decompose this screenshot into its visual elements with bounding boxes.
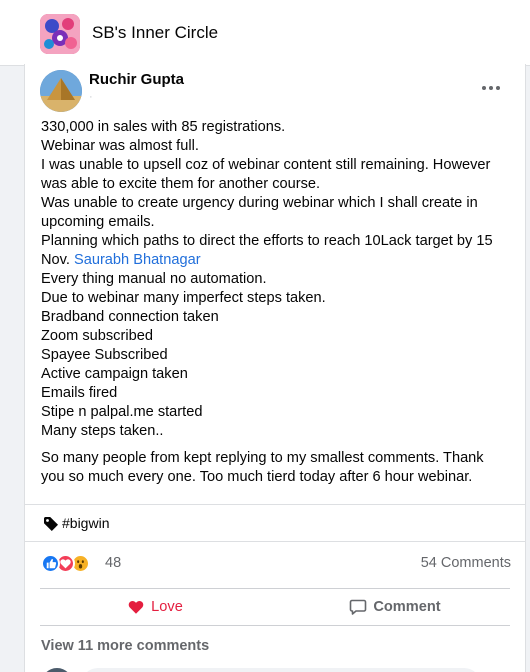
post-paragraph-1: 330,000 in sales with 85 registrations. W… — [41, 118, 517, 251]
love-button-label: Love — [151, 599, 183, 615]
post-line: Spayee Subscribed — [41, 347, 168, 363]
hashtag-bar: #bigwin — [25, 504, 525, 542]
reaction-icons[interactable] — [41, 553, 101, 575]
post-line: I was unable to upsell coz of webinar co… — [41, 157, 491, 173]
heart-icon — [128, 601, 144, 614]
post-line: Due to webinar many imperfect steps take… — [41, 290, 326, 306]
post-text: 330,000 in sales with 85 registrations. W… — [41, 118, 517, 487]
reaction-count[interactable]: 48 — [105, 555, 121, 571]
comment-button-label: Comment — [373, 599, 441, 615]
post-card: Ruchir Gupta · 330,000 in sales with 85 … — [24, 64, 526, 672]
post-line: Bradband connection taken — [41, 309, 219, 325]
post-line: Stipe n palpal.me started — [41, 404, 203, 420]
commenter-avatar — [41, 668, 73, 672]
comment-button[interactable]: Comment — [280, 589, 510, 625]
post-line: you so much every one. Too much tierd to… — [41, 469, 473, 485]
like-reaction-icon — [41, 554, 60, 573]
post-line: Webinar was almost full. — [41, 138, 199, 154]
author-avatar[interactable] — [40, 70, 82, 112]
tag-icon — [44, 517, 58, 531]
post-line: Was unable to create urgency during webi… — [41, 195, 478, 211]
group-logo[interactable] — [40, 14, 80, 54]
mention-link[interactable]: Saurabh Bhatnagar — [74, 252, 201, 268]
post-author[interactable]: Ruchir Gupta — [89, 71, 184, 88]
mention-prefix: Nov. — [41, 252, 74, 268]
post-line: Active campaign taken — [41, 366, 188, 382]
post-actions: Love Comment — [40, 588, 510, 626]
post-meta: · — [89, 91, 93, 103]
post-line: Every thing manual no automation. — [41, 271, 267, 287]
post-line: 330,000 in sales with 85 registrations. — [41, 119, 286, 135]
hashtag-link[interactable]: #bigwin — [62, 515, 109, 531]
post-line: Emails fired — [41, 385, 118, 401]
post-line: upcoming emails. — [41, 214, 155, 230]
comments-count-link[interactable]: 54 Comments — [421, 555, 511, 571]
post-line: Nov. Saurabh Bhatnagar — [41, 251, 517, 270]
comment-input[interactable] — [81, 668, 481, 672]
post-line: So many people from kept replying to my … — [41, 450, 484, 466]
reactions-summary: 48 54 Comments — [41, 553, 511, 575]
comment-icon — [350, 599, 367, 615]
view-more-comments-link[interactable]: View 11 more comments — [41, 638, 209, 654]
group-header: SB's Inner Circle — [0, 0, 530, 66]
post-line: Many steps taken.. — [41, 423, 164, 439]
group-name[interactable]: SB's Inner Circle — [92, 23, 218, 43]
post-paragraph-2: So many people from kept replying to my … — [41, 449, 517, 487]
post-paragraph-1-rest: Every thing manual no automation. Due to … — [41, 270, 517, 441]
post-line: Zoom subscribed — [41, 328, 153, 344]
love-button[interactable]: Love — [40, 589, 270, 625]
more-horizontal-icon — [482, 86, 486, 90]
post-line: was able to excite them for another cour… — [41, 176, 321, 192]
post-line: Planning which paths to direct the effor… — [41, 233, 493, 249]
more-options-button[interactable] — [475, 74, 507, 102]
